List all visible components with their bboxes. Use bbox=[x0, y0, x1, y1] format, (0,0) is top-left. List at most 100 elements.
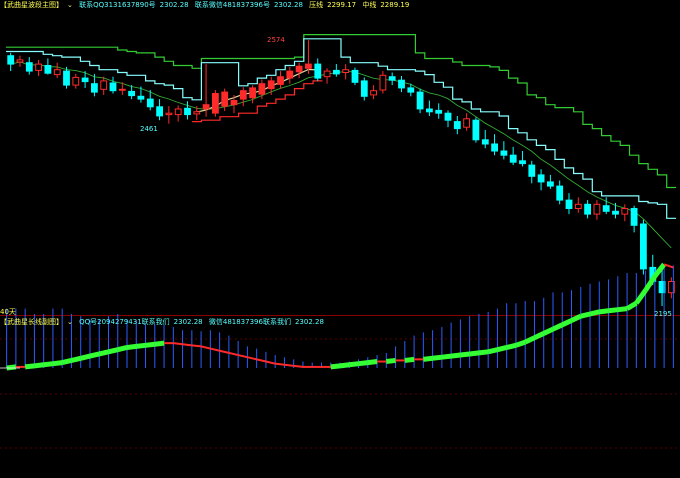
oscillator-segment bbox=[524, 335, 536, 345]
candle-body bbox=[72, 76, 80, 86]
sub-indicator-title[interactable]: 【武曲星长线副图】 bbox=[0, 318, 63, 326]
oscillator-segment bbox=[154, 340, 165, 347]
candle-body bbox=[584, 203, 592, 215]
candle-body bbox=[277, 76, 284, 85]
oscillator-segment bbox=[533, 331, 545, 341]
contact-wx-value: 2302.28 bbox=[273, 1, 303, 9]
oscillator-segment bbox=[386, 357, 396, 365]
oscillator-segment bbox=[506, 342, 517, 350]
candle-body bbox=[305, 63, 312, 69]
mid-band-line bbox=[6, 38, 676, 219]
sub-wx-value: 2302.28 bbox=[294, 318, 324, 326]
candle-body bbox=[16, 59, 24, 63]
candle-body bbox=[593, 203, 601, 215]
candle-body bbox=[528, 164, 536, 177]
oscillator-segment bbox=[275, 362, 285, 366]
candle-body bbox=[602, 205, 610, 212]
chevron-down-icon[interactable]: ⌄ bbox=[67, 1, 73, 9]
candle-body bbox=[165, 112, 173, 116]
candle-body bbox=[91, 83, 98, 93]
candle-body bbox=[630, 208, 638, 226]
oscillator-segment bbox=[589, 309, 600, 317]
candle-body bbox=[565, 199, 573, 210]
oscillator-segment bbox=[89, 351, 100, 359]
candle-body bbox=[398, 79, 405, 89]
oscillator-segment bbox=[191, 344, 202, 348]
candle-body bbox=[128, 90, 135, 97]
candle-body bbox=[286, 70, 294, 79]
candle-body bbox=[472, 119, 480, 141]
candle-body bbox=[267, 80, 275, 90]
candle-body bbox=[193, 111, 201, 115]
candle-body bbox=[435, 109, 443, 114]
candle-body bbox=[453, 121, 461, 130]
candle-body bbox=[500, 150, 508, 156]
candle-body bbox=[491, 143, 499, 152]
oscillator-segment bbox=[478, 349, 489, 356]
oscillator-segment bbox=[61, 358, 73, 366]
oscillator-segment bbox=[469, 350, 480, 357]
sub-chart-header: 【武曲星长线副图】 ⌄ QQ号2094279431联系我们 2302.28 微信48… bbox=[0, 317, 328, 328]
oscillator-segment bbox=[652, 262, 667, 278]
sub-qq-value: 2302.28 bbox=[173, 318, 203, 326]
candle-body bbox=[351, 69, 359, 83]
oscillator-segment bbox=[487, 347, 498, 355]
candle-body bbox=[7, 55, 15, 65]
pressure-label: 压线 bbox=[309, 1, 324, 9]
candle-body bbox=[612, 210, 619, 215]
candle-body bbox=[25, 62, 33, 72]
stock-chart-window: 【武曲星波段主图】 ⌄ 联系QQ3131637890号 2302.28 联系微信48… bbox=[0, 0, 680, 478]
candle-body bbox=[342, 69, 350, 73]
candle-body bbox=[239, 90, 247, 100]
oscillator-segment bbox=[423, 355, 433, 362]
candle-body bbox=[230, 100, 238, 106]
oscillator-segment bbox=[70, 355, 82, 363]
candle-body bbox=[640, 223, 647, 270]
oscillator-segment bbox=[219, 349, 230, 354]
oscillator-segment bbox=[135, 342, 146, 349]
candle-body bbox=[621, 208, 629, 215]
candle-body bbox=[556, 185, 564, 201]
oscillator-segment bbox=[173, 342, 183, 346]
sub-qq-label: QQ号2094279431联系我们 bbox=[79, 318, 170, 326]
candle-body bbox=[314, 63, 322, 79]
candle-body bbox=[137, 95, 145, 100]
candle-body bbox=[258, 83, 266, 95]
candle-body bbox=[63, 70, 70, 86]
oscillator-segment bbox=[580, 311, 591, 319]
oscillator-segment bbox=[339, 362, 350, 369]
contact-qq-value: 2302.28 bbox=[159, 1, 189, 9]
mid-line-value: 2289.19 bbox=[380, 1, 410, 9]
chart-canvas[interactable] bbox=[0, 0, 680, 478]
candle-body bbox=[481, 139, 489, 145]
main-indicator-title[interactable]: 【武曲星波段主图】 bbox=[0, 1, 63, 9]
oscillator-segment bbox=[460, 351, 470, 358]
candle-body bbox=[333, 69, 340, 75]
oscillator-segment bbox=[52, 360, 63, 367]
oscillator-segment bbox=[145, 341, 156, 348]
oscillator-segment bbox=[200, 345, 211, 350]
oscillator-segment bbox=[182, 343, 192, 347]
oscillator-segment bbox=[24, 363, 35, 370]
oscillator-segment bbox=[551, 322, 564, 332]
candle-body bbox=[184, 107, 191, 116]
oscillator-segment bbox=[608, 307, 619, 314]
pressure-value: 2299.17 bbox=[327, 1, 357, 9]
candle-body bbox=[35, 63, 43, 71]
candle-body bbox=[426, 108, 433, 113]
chevron-down-icon[interactable]: ⌄ bbox=[67, 318, 73, 326]
candle-body bbox=[519, 160, 526, 165]
candle-body bbox=[463, 118, 471, 128]
oscillator-segment bbox=[634, 288, 648, 305]
oscillator-segment bbox=[107, 347, 119, 355]
oscillator-segment bbox=[348, 361, 359, 368]
stop-line bbox=[192, 80, 323, 123]
oscillator-segment bbox=[34, 362, 44, 369]
oscillator-segment bbox=[367, 359, 378, 366]
oscillator-segment bbox=[441, 353, 452, 360]
candle-body bbox=[53, 69, 61, 76]
candle-body bbox=[416, 91, 424, 110]
contact-wx-label: 联系微信481837396号 bbox=[194, 1, 270, 9]
high-price-marker: 2574 bbox=[267, 36, 285, 44]
oscillator-segment bbox=[98, 349, 110, 357]
